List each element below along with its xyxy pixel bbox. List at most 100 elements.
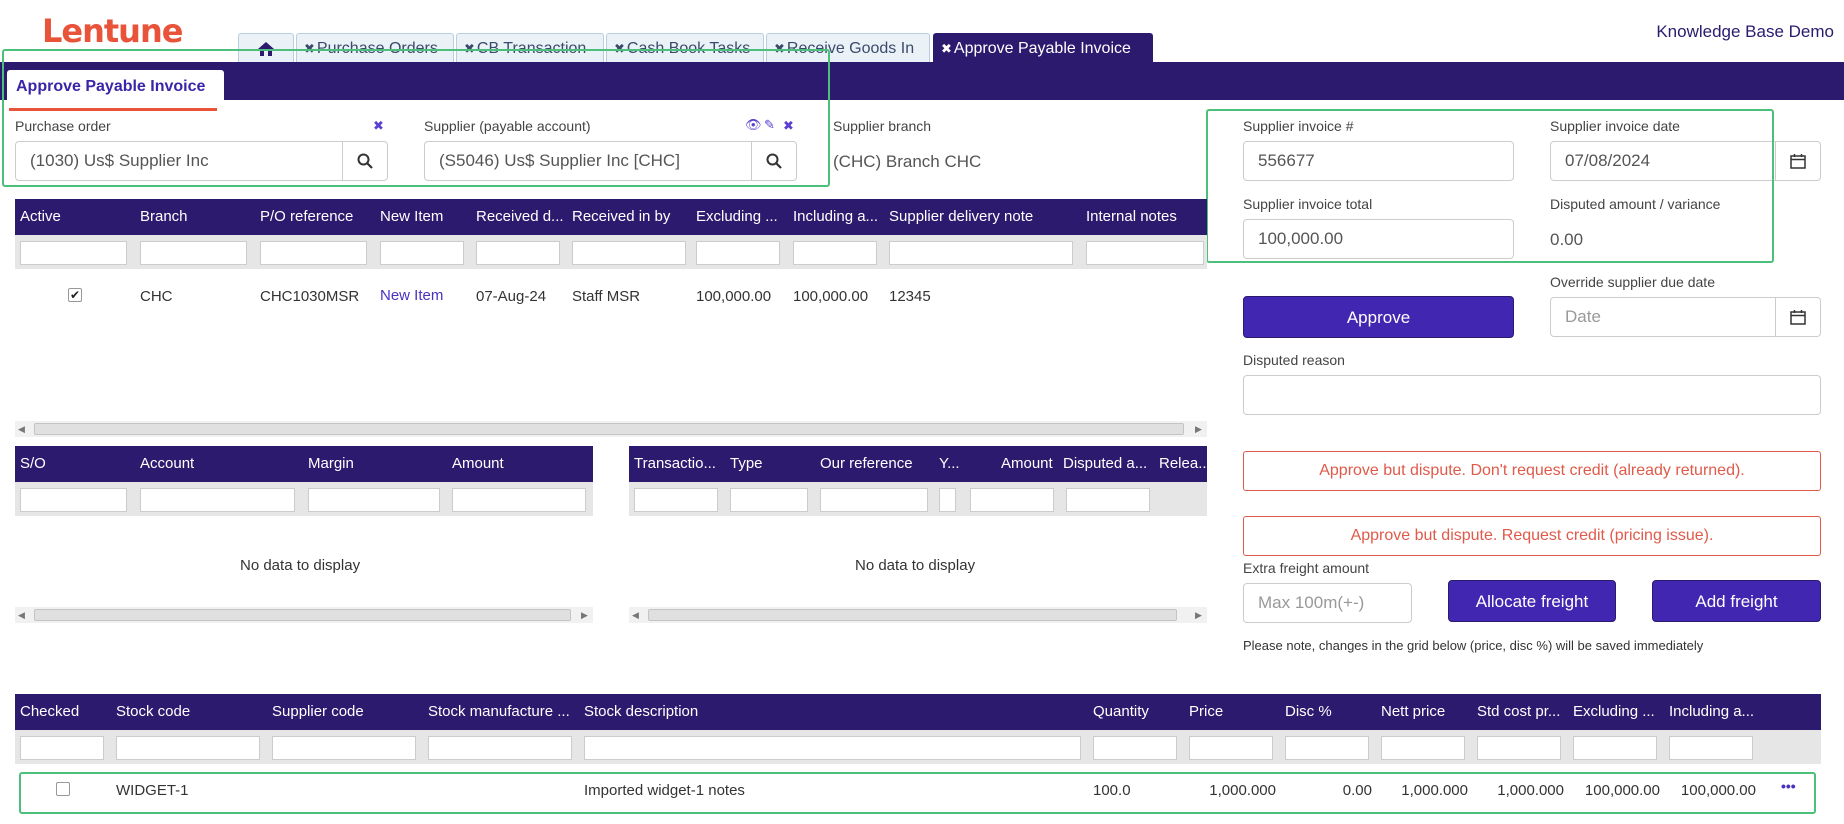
filter-input[interactable] [1285,736,1369,760]
filter-input[interactable] [272,736,416,760]
filter-input[interactable] [140,241,247,265]
close-icon[interactable]: ✖ [941,41,952,56]
col-disputed-amount[interactable]: Disputed a... [1063,455,1151,472]
filter-input[interactable] [1669,736,1753,760]
approve-dispute-credit-button[interactable]: Approve but dispute. Request credit (pri… [1243,516,1821,556]
allocate-freight-button[interactable]: Allocate freight [1448,580,1616,622]
invoice-date-picker-button[interactable] [1776,141,1821,181]
col-branch[interactable]: Branch [140,208,250,225]
override-due-date-field[interactable]: Date [1550,297,1776,337]
user-name[interactable]: Knowledge Base Demo [1656,22,1834,42]
col-received-by[interactable]: Received in by [572,208,687,225]
col-stock-manufacture[interactable]: Stock manufacture ... [428,703,576,720]
extra-freight-field[interactable]: Max 100m(+-) [1243,583,1412,623]
filter-input[interactable] [116,736,260,760]
col-including[interactable]: Including a... [793,208,883,225]
col-disc[interactable]: Disc % [1285,703,1332,720]
filter-input[interactable] [452,488,586,512]
col-price[interactable]: Price [1189,703,1223,720]
filter-input[interactable] [20,241,127,265]
tab-label: Approve Payable Invoice [953,40,1131,57]
filter-input[interactable] [939,488,956,512]
filter-input[interactable] [260,241,367,265]
filter-input[interactable] [634,488,718,512]
filter-input[interactable] [1381,736,1465,760]
col-type[interactable]: Type [730,455,800,472]
filter-input[interactable] [572,241,686,265]
so-grid-filter-row [15,482,593,516]
col-excluding[interactable]: Excluding ... [696,208,786,225]
col-including[interactable]: Including a... [1669,703,1759,720]
filter-input[interactable] [140,488,295,512]
filter-input[interactable] [380,241,464,265]
col-new-item[interactable]: New Item [380,208,465,225]
new-item-link[interactable]: New Item [380,287,443,304]
scroll-left-icon[interactable]: ◀ [18,610,25,621]
col-amount[interactable]: Amount [452,455,504,472]
filter-input[interactable] [820,488,928,512]
col-received-date[interactable]: Received d... [476,208,568,225]
so-grid-scrollbar[interactable]: ◀ ▶ [15,607,593,623]
filter-input[interactable] [730,488,808,512]
col-quantity[interactable]: Quantity [1093,703,1149,720]
col-our-reference[interactable]: Our reference [820,455,930,472]
filter-input[interactable] [970,488,1054,512]
col-stock-description[interactable]: Stock description [584,703,698,720]
col-excluding[interactable]: Excluding ... [1573,703,1663,720]
col-amount[interactable]: Amount [1001,455,1063,472]
col-account[interactable]: Account [140,455,194,472]
scrollbar-thumb[interactable] [648,609,1177,621]
so-grid-empty-message: No data to display [240,557,361,574]
table-row[interactable]: ✔ CHC CHC1030MSR New Item 07-Aug-24 Staf… [15,272,1207,314]
scrollbar-thumb[interactable] [34,423,1184,435]
col-std-cost[interactable]: Std cost pr... [1477,703,1569,720]
col-active[interactable]: Active [20,208,130,225]
col-so[interactable]: S/O [20,455,46,472]
filter-input[interactable] [696,241,780,265]
filter-input[interactable] [20,488,127,512]
col-transaction[interactable]: Transactio... [634,455,720,472]
scrollbar-thumb[interactable] [34,609,571,621]
col-margin[interactable]: Margin [308,455,354,472]
disputed-reason-field[interactable] [1243,375,1821,415]
col-stock-code[interactable]: Stock code [116,703,190,720]
active-checkbox[interactable]: ✔ [68,288,82,302]
filter-input[interactable] [1573,736,1657,760]
col-released[interactable]: Relea... [1159,455,1207,472]
col-nett-price[interactable]: Nett price [1381,703,1445,720]
col-y[interactable]: Y... [939,455,961,472]
cell-including: 100,000.00 [793,288,869,305]
col-supplier-delivery-note[interactable]: Supplier delivery note [889,208,1079,225]
filter-input[interactable] [1189,736,1273,760]
transactions-grid-scrollbar[interactable]: ◀ ▶ [629,607,1207,623]
filter-input[interactable] [476,241,560,265]
scroll-right-icon[interactable]: ▶ [581,610,588,621]
filter-input[interactable] [1477,736,1561,760]
filter-input[interactable] [1093,736,1177,760]
col-checked[interactable]: Checked [20,703,79,720]
filter-input[interactable] [889,241,1073,265]
filter-input[interactable] [428,736,572,760]
filter-input[interactable] [308,488,440,512]
tab-approve-payable-invoice[interactable]: ✖ Approve Payable Invoice [933,33,1153,63]
transactions-grid-filter-row [629,482,1207,516]
filter-input[interactable] [584,736,1081,760]
receipts-grid-scrollbar[interactable]: ◀ ▶ [15,421,1207,437]
scroll-right-icon[interactable]: ▶ [1195,610,1202,621]
receipts-grid-header: Active Branch P/O reference New Item Rec… [15,199,1207,235]
col-po-reference[interactable]: P/O reference [260,208,370,225]
col-supplier-code[interactable]: Supplier code [272,703,364,720]
add-freight-button[interactable]: Add freight [1652,580,1821,622]
override-due-date-picker-button[interactable] [1776,297,1821,337]
filter-input[interactable] [1086,241,1204,265]
filter-input[interactable] [20,736,104,760]
col-internal-notes[interactable]: Internal notes [1086,208,1206,225]
scroll-left-icon[interactable]: ◀ [18,424,25,435]
filter-input[interactable] [1066,488,1150,512]
approve-dispute-no-credit-button[interactable]: Approve but dispute. Don't request credi… [1243,451,1821,491]
scroll-left-icon[interactable]: ◀ [632,610,639,621]
cell-supplier-delivery-note: 12345 [889,288,931,305]
filter-input[interactable] [793,241,877,265]
approve-button[interactable]: Approve [1243,296,1514,338]
scroll-right-icon[interactable]: ▶ [1195,424,1202,435]
